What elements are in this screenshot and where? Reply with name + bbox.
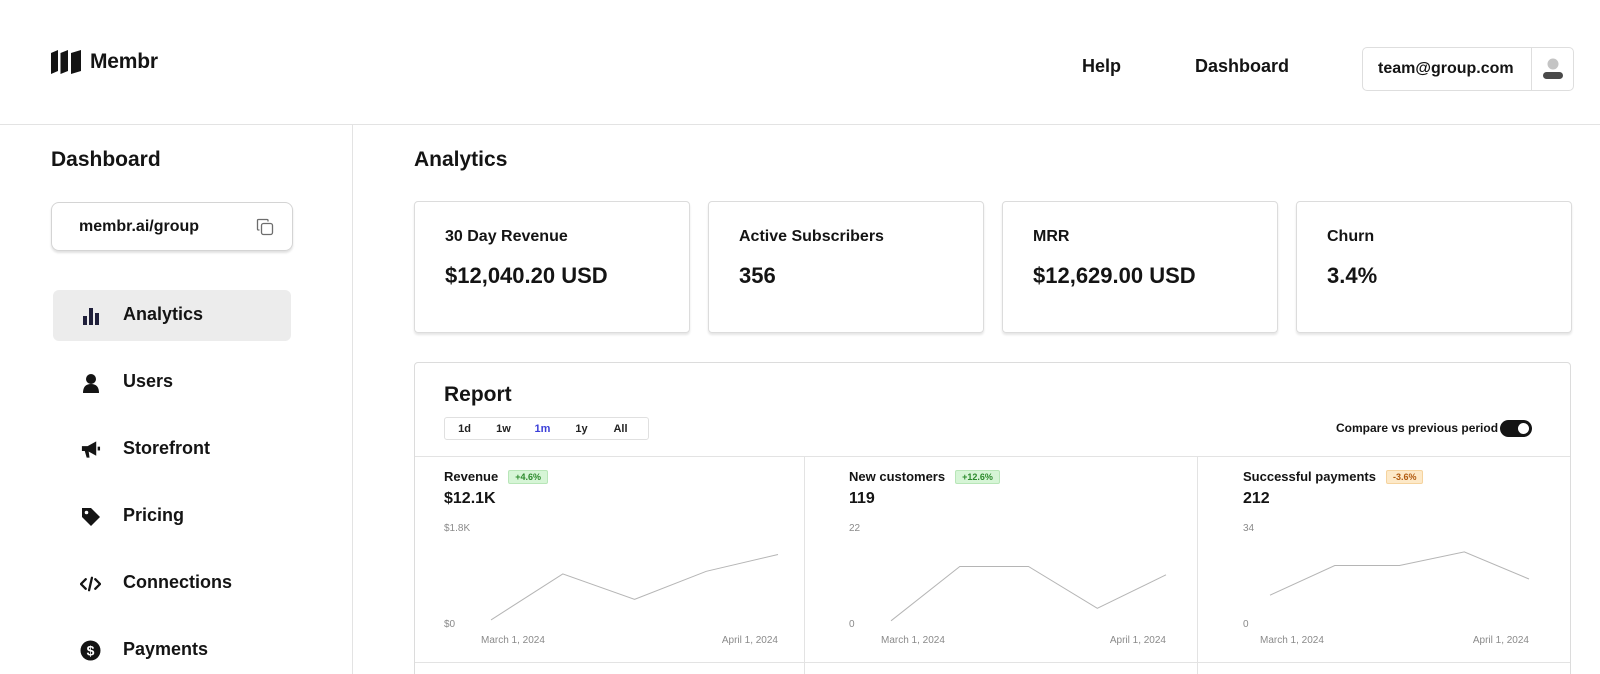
metric-successful-payments: Successful payments -3.6% 212 34 0 March 1,… <box>1214 457 1570 662</box>
report-title: Report <box>444 383 512 406</box>
stat-card-churn: Churn 3.4% <box>1296 201 1572 333</box>
dollar-icon: $ <box>80 640 101 661</box>
y-axis-min-label: 0 <box>849 619 855 630</box>
divider <box>415 662 1570 663</box>
y-axis-max-label: 22 <box>849 523 861 534</box>
storefront-url-box[interactable]: membr.ai/group <box>51 202 293 251</box>
period-1d-button[interactable]: 1d <box>445 423 484 435</box>
stat-value: $12,629.00 USD <box>1033 263 1196 288</box>
x-axis-start-label: March 1, 2024 <box>1260 635 1324 646</box>
x-axis-start-label: March 1, 2024 <box>481 635 545 646</box>
successful-payments-line-chart: 34 0 March 1, 2024 April 1, 2024 <box>1243 523 1530 646</box>
nav-help-link[interactable]: Help <box>1082 56 1121 77</box>
sidebar-item-label: Storefront <box>123 438 210 458</box>
tag-icon <box>80 506 101 527</box>
period-all-button[interactable]: All <box>601 423 640 435</box>
sidebar-item-users[interactable]: Users <box>53 357 291 408</box>
bar-chart-icon <box>80 305 101 326</box>
sidebar-item-label: Payments <box>123 639 209 659</box>
sidebar-item-analytics[interactable]: Analytics <box>53 290 291 341</box>
user-icon <box>80 372 101 393</box>
report-panel: Report 1d 1w 1m 1y All Compare vs previo… <box>414 362 1571 674</box>
sidebar-item-storefront[interactable]: Storefront <box>53 424 291 475</box>
page-title: Analytics <box>414 148 508 171</box>
avatar[interactable] <box>1531 48 1573 90</box>
sidebar: Dashboard membr.ai/group Analytics Users… <box>0 125 353 674</box>
stat-card-revenue: 30 Day Revenue $12,040.20 USD <box>414 201 690 333</box>
x-axis-end-label: April 1, 2024 <box>722 635 779 646</box>
revenue-line-chart: $1.8K $0 March 1, 2024 April 1, 2024 <box>444 523 779 646</box>
membr-logo-icon <box>51 50 81 74</box>
brand-name: Membr <box>90 50 158 73</box>
code-icon <box>80 573 101 594</box>
sidebar-item-payments[interactable]: $ Payments <box>53 625 291 674</box>
period-selector: 1d 1w 1m 1y All <box>444 417 649 440</box>
svg-text:$: $ <box>87 643 95 659</box>
series-line <box>890 566 1167 622</box>
x-axis-start-label: March 1, 2024 <box>881 635 945 646</box>
stat-value: 3.4% <box>1327 263 1378 288</box>
compare-label: Compare vs previous period <box>1336 421 1499 435</box>
metric-revenue: Revenue +4.6% $12.1K $1.8K $0 March 1, 2024… <box>415 457 804 662</box>
stat-label: Churn <box>1327 228 1375 245</box>
sidebar-item-pricing[interactable]: Pricing <box>53 491 291 542</box>
series-line <box>1269 551 1530 596</box>
period-1w-button[interactable]: 1w <box>484 423 523 435</box>
stat-value: 356 <box>739 263 776 288</box>
stat-label: 30 Day Revenue <box>445 228 568 245</box>
copy-icon[interactable] <box>256 218 274 236</box>
sidebar-item-connections[interactable]: Connections <box>53 558 291 609</box>
sidebar-item-label: Users <box>123 371 174 391</box>
stat-card-mrr: MRR $12,629.00 USD <box>1002 201 1278 333</box>
y-axis-min-label: 0 <box>1243 619 1249 630</box>
sidebar-item-label: Analytics <box>123 304 204 324</box>
series-line <box>490 554 779 621</box>
period-1y-button[interactable]: 1y <box>562 423 601 435</box>
x-axis-end-label: April 1, 2024 <box>1473 635 1530 646</box>
brand-logo[interactable]: Membr <box>51 50 158 74</box>
stat-label: MRR <box>1033 228 1070 245</box>
account-email: team@group.com <box>1378 60 1514 77</box>
account-menu[interactable]: team@group.com <box>1362 47 1574 91</box>
nav-dashboard-link[interactable]: Dashboard <box>1195 56 1289 77</box>
sidebar-item-label: Connections <box>123 572 233 592</box>
y-axis-min-label: $0 <box>444 619 456 630</box>
compare-toggle[interactable] <box>1500 420 1532 437</box>
stat-value: $12,040.20 USD <box>445 263 608 288</box>
user-avatar-icon <box>1542 58 1563 79</box>
sidebar-title: Dashboard <box>51 148 161 171</box>
divider <box>804 457 805 674</box>
toggle-knob <box>1518 423 1529 434</box>
top-header: Membr Help Dashboard team@group.com <box>0 0 1600 125</box>
megaphone-icon <box>80 439 101 460</box>
stat-card-subscribers: Active Subscribers 356 <box>708 201 984 333</box>
period-1m-button[interactable]: 1m <box>523 423 562 435</box>
x-axis-end-label: April 1, 2024 <box>1110 635 1167 646</box>
divider <box>1197 457 1198 674</box>
stat-label: Active Subscribers <box>739 228 884 245</box>
y-axis-max-label: 34 <box>1243 523 1255 534</box>
storefront-url: membr.ai/group <box>79 217 200 235</box>
new-customers-line-chart: 22 0 March 1, 2024 April 1, 2024 <box>849 523 1167 646</box>
y-axis-max-label: $1.8K <box>444 523 470 534</box>
sidebar-item-label: Pricing <box>123 505 185 525</box>
metric-new-customers: New customers +12.6% 119 22 0 March 1, 2024… <box>820 457 1197 662</box>
